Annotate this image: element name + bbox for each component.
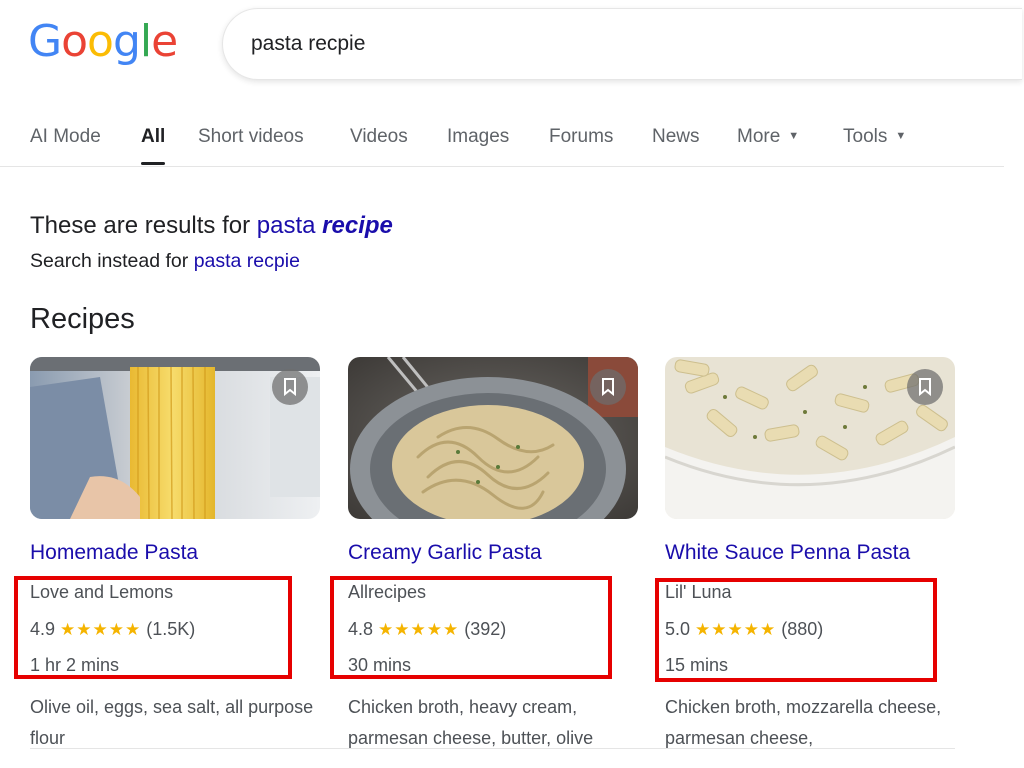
tab-label: Tools — [843, 126, 888, 147]
star-rating-icon: ★★★★★ — [60, 620, 142, 640]
tab-videos[interactable]: Videos — [350, 126, 408, 148]
caret-down-icon: ▼ — [788, 130, 800, 142]
search-instead: Search instead for pasta recpie — [30, 250, 300, 273]
tab-label: More — [737, 126, 781, 147]
save-recipe-button[interactable] — [272, 369, 308, 405]
rating-value: 4.9 — [30, 619, 56, 639]
tab-label: Images — [447, 126, 510, 147]
original-query-link[interactable]: pasta recpie — [194, 250, 300, 272]
recipe-time: 1 hr 2 mins — [30, 655, 120, 675]
tab-more[interactable]: More ▼ — [737, 126, 799, 148]
tab-label: AI Mode — [30, 126, 101, 147]
tab-ai-mode[interactable]: AI Mode — [30, 126, 101, 148]
tab-images[interactable]: Images — [447, 126, 509, 148]
review-count: (1.5K) — [146, 619, 196, 639]
review-count: (880) — [781, 619, 824, 639]
search-instead-prefix: Search instead for — [30, 250, 189, 272]
recipe-card: Creamy Garlic Pasta Allrecipes 4.8 ★★★★★(… — [348, 357, 638, 748]
corrected-word: pasta — [256, 212, 316, 239]
bookmark-icon — [602, 378, 614, 396]
caret-down-icon: ▼ — [895, 130, 907, 142]
recipe-card: White Sauce Penna Pasta Lil' Luna 5.0 ★★★… — [665, 357, 955, 748]
bookmark-icon — [919, 378, 931, 396]
logo-letter: o — [87, 16, 114, 67]
bookmark-icon — [284, 378, 296, 396]
recipe-rating: 4.9 ★★★★★ (1.5K) — [30, 619, 195, 640]
recipe-ingredients: Chicken broth, mozzarella cheese, parmes… — [665, 697, 942, 748]
save-recipe-button[interactable] — [590, 369, 626, 405]
corrected-query-link[interactable]: pasta recipe — [257, 212, 393, 239]
search-box — [222, 8, 1022, 80]
recipe-card: Homemade Pasta Love and Lemons 4.9 ★★★★★(… — [30, 357, 320, 748]
tab-label: Videos — [350, 126, 408, 147]
tab-news[interactable]: News — [652, 126, 700, 148]
corrected-word-bold: recipe — [322, 212, 393, 239]
recipe-thumbnail[interactable] — [30, 357, 320, 519]
recipe-thumbnail[interactable] — [348, 357, 638, 519]
spelling-prefix: These are results for — [30, 212, 251, 239]
section-divider — [30, 748, 955, 749]
search-tabs: AI Mode All Short videos Videos Images F… — [0, 118, 1004, 167]
google-logo[interactable]: Google — [28, 16, 178, 67]
logo-letter: G — [28, 16, 62, 67]
recipe-title[interactable]: White Sauce Penna Pasta — [665, 541, 910, 565]
tab-all[interactable]: All — [141, 126, 166, 165]
recipe-ingredients: Olive oil, eggs, sea salt, all purpose f… — [30, 697, 314, 748]
tab-label: News — [652, 126, 700, 147]
recipe-time: 15 mins — [665, 655, 729, 675]
recipe-title[interactable]: Creamy Garlic Pasta — [348, 541, 542, 565]
recipe-source: Allrecipes — [348, 582, 427, 602]
recipe-time: 30 mins — [348, 655, 412, 675]
section-title: Recipes — [30, 303, 135, 335]
tab-short-videos[interactable]: Short videos — [198, 126, 304, 148]
rating-value: 4.8 — [348, 619, 374, 639]
recipe-ingredients: Chicken broth, heavy cream, parmesan che… — [348, 697, 594, 748]
logo-letter: o — [61, 16, 88, 67]
star-rating-icon: ★★★★★ — [695, 620, 777, 640]
save-recipe-button[interactable] — [907, 369, 943, 405]
review-count: (392) — [464, 619, 507, 639]
recipe-source: Lil' Luna — [665, 582, 732, 602]
tab-forums[interactable]: Forums — [549, 126, 613, 148]
logo-letter: e — [151, 16, 178, 67]
tab-label: All — [141, 126, 166, 147]
recipe-thumbnail[interactable] — [665, 357, 955, 519]
recipe-rating: 4.8 ★★★★★ (392) — [348, 619, 506, 640]
star-rating-icon: ★★★★★ — [378, 620, 460, 640]
recipe-rating: 5.0 ★★★★★ (880) — [665, 619, 823, 640]
rating-value: 5.0 — [665, 619, 691, 639]
logo-letter: g — [112, 16, 141, 67]
spelling-correction: These are results for pasta recipe — [30, 212, 393, 240]
tab-tools[interactable]: Tools ▼ — [843, 126, 906, 148]
search-input[interactable] — [251, 28, 951, 60]
recipe-source: Love and Lemons — [30, 582, 174, 602]
recipe-title[interactable]: Homemade Pasta — [30, 541, 198, 565]
logo-letter: l — [139, 16, 152, 67]
tab-label: Forums — [549, 126, 614, 147]
tab-label: Short videos — [198, 126, 304, 147]
